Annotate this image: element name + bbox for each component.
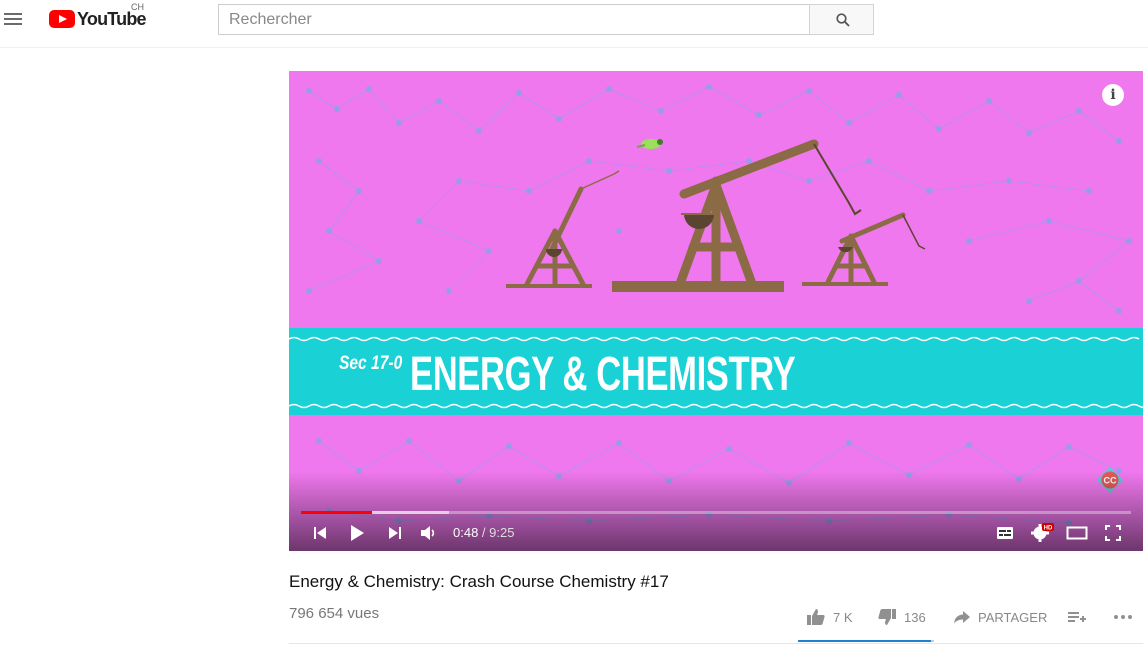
like-count: 7 K	[833, 609, 853, 625]
share-button[interactable]: PARTAGER	[953, 604, 1047, 630]
svg-text:HD: HD	[1044, 525, 1053, 531]
fullscreen-icon[interactable]	[1104, 524, 1122, 542]
thumbs-up-icon	[807, 609, 825, 625]
volume-icon[interactable]	[419, 524, 437, 542]
theater-mode-icon[interactable]	[1066, 525, 1088, 541]
share-arrow-icon	[954, 611, 970, 624]
more-horizontal-icon	[1114, 615, 1132, 619]
thumbs-down-icon	[878, 609, 896, 625]
play-icon[interactable]	[349, 524, 365, 542]
sentiment-likes	[798, 640, 931, 642]
duration: 9:25	[489, 525, 515, 540]
add-to-playlist-icon	[1068, 612, 1086, 622]
sentiment-bar	[798, 640, 934, 642]
dislike-button[interactable]: 136	[877, 604, 926, 630]
masthead: YouTube CH	[0, 0, 1148, 48]
current-time: 0:48	[453, 525, 479, 540]
menu-icon-bar	[4, 23, 22, 25]
like-button[interactable]: 7 K	[806, 604, 853, 630]
skip-previous-icon[interactable]	[312, 525, 328, 541]
skip-next-icon[interactable]	[387, 525, 403, 541]
video-title: Energy & Chemistry: Crash Course Chemist…	[289, 572, 669, 591]
settings-gear-hd-icon[interactable]: HD	[1031, 522, 1055, 542]
info-icon[interactable]: i	[1102, 84, 1124, 106]
search-input[interactable]	[218, 4, 810, 35]
guide-menu-button[interactable]	[4, 8, 24, 30]
time-separator: /	[478, 525, 490, 540]
progress-played	[301, 511, 372, 514]
menu-icon-bar	[4, 18, 22, 20]
share-label: PARTAGER	[978, 609, 1048, 625]
youtube-play-logo-icon	[49, 10, 75, 28]
thumbnail-title: ENERGY & CHEMISTRY	[410, 348, 796, 401]
search-button[interactable]	[809, 4, 874, 35]
country-code: CH	[131, 2, 144, 12]
add-to-playlist-button[interactable]	[1067, 604, 1087, 630]
view-count: 796 654 vues	[289, 605, 380, 622]
divider	[289, 643, 1143, 644]
search-icon	[836, 13, 850, 27]
time-display: 0:48 / 9:25	[453, 525, 514, 540]
thumbnail-episode-label: Sec 17-0	[339, 353, 403, 374]
video-player[interactable]: Sec 17-0 ENERGY & CHEMISTRY i CC 0:48 / …	[289, 71, 1143, 551]
menu-icon-bar	[4, 13, 22, 15]
dislike-count: 136	[904, 609, 926, 625]
more-actions-button[interactable]	[1113, 604, 1133, 630]
progress-bar[interactable]	[301, 511, 1131, 514]
subtitles-icon[interactable]	[996, 525, 1014, 541]
